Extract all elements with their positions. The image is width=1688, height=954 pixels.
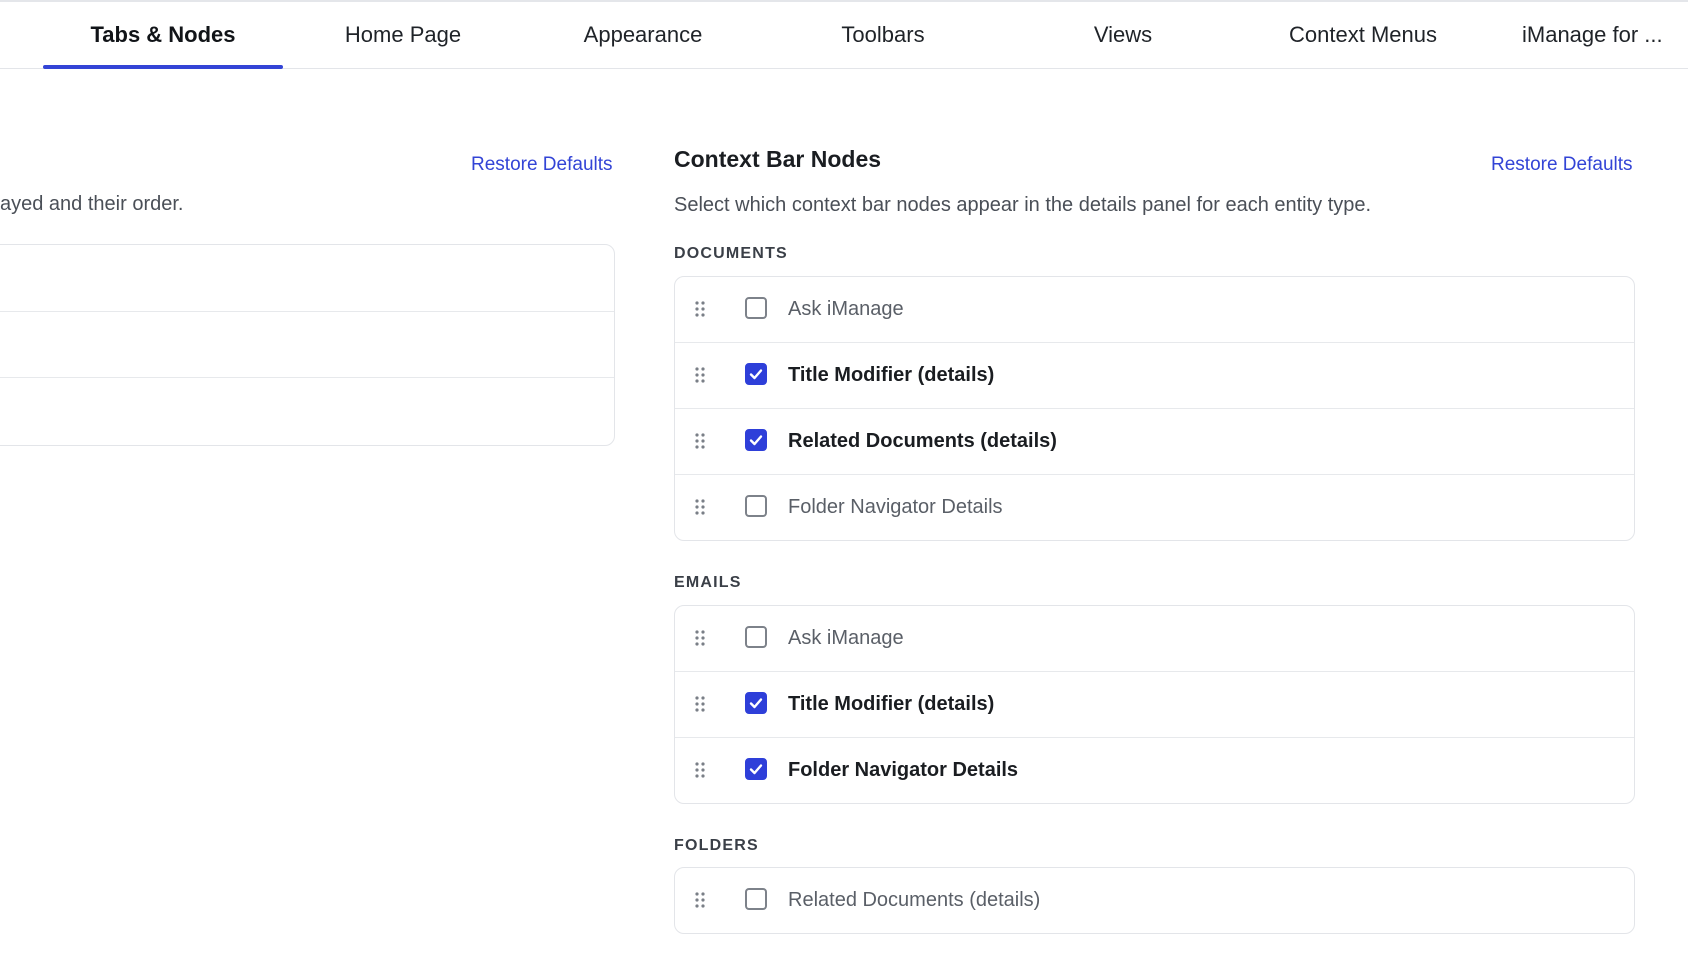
tab-appearance[interactable]: Appearance <box>523 2 763 68</box>
node-checkbox[interactable] <box>745 297 767 319</box>
context-bar-nodes-title: Context Bar Nodes <box>674 146 882 172</box>
node-row[interactable]: Related Documents (details) <box>675 868 1634 933</box>
list-divider <box>0 311 614 312</box>
left-panel-description: ayed and their order. <box>0 193 184 215</box>
node-label: Title Modifier (details) <box>788 364 995 386</box>
tab-home-page[interactable]: Home Page <box>283 2 523 68</box>
tab-views[interactable]: Views <box>1003 2 1243 68</box>
section-label-folders: FOLDERS <box>674 837 759 854</box>
node-row[interactable]: Ask iManage <box>675 606 1634 672</box>
node-label: Title Modifier (details) <box>788 693 995 715</box>
left-panel-list <box>0 244 615 446</box>
tab-toolbars[interactable]: Toolbars <box>763 2 1003 68</box>
node-row[interactable]: Ask iManage <box>675 277 1634 343</box>
node-checkbox[interactable] <box>745 363 767 385</box>
drag-handle-icon[interactable] <box>694 629 706 647</box>
drag-handle-icon[interactable] <box>694 695 706 713</box>
node-checkbox[interactable] <box>745 429 767 451</box>
tab-context-menus[interactable]: Context Menus <box>1243 2 1483 68</box>
left-restore-defaults-link[interactable]: Restore Defaults <box>471 154 613 176</box>
node-label: Folder Navigator Details <box>788 759 1019 781</box>
drag-handle-icon[interactable] <box>694 891 706 909</box>
node-checkbox[interactable] <box>745 758 767 780</box>
node-label: Ask iManage <box>788 627 904 649</box>
node-list-folders: Related Documents (details) <box>674 867 1635 934</box>
drag-handle-icon[interactable] <box>694 432 706 450</box>
section-label-emails: EMAILS <box>674 574 742 591</box>
section-label-documents: DOCUMENTS <box>674 245 788 262</box>
drag-handle-icon[interactable] <box>694 498 706 516</box>
node-list-documents: Ask iManage Title Modifier (details) Relat… <box>674 276 1635 541</box>
node-row[interactable]: Title Modifier (details) <box>675 672 1634 738</box>
node-checkbox[interactable] <box>745 888 767 910</box>
context-bar-restore-defaults-link[interactable]: Restore Defaults <box>1491 154 1633 176</box>
drag-handle-icon[interactable] <box>694 761 706 779</box>
drag-handle-icon[interactable] <box>694 300 706 318</box>
list-divider <box>0 377 614 378</box>
node-row[interactable]: Related Documents (details) <box>675 409 1634 475</box>
node-label: Folder Navigator Details <box>788 496 1003 518</box>
node-checkbox[interactable] <box>745 495 767 517</box>
node-row[interactable]: Folder Navigator Details <box>675 475 1634 540</box>
node-row[interactable]: Title Modifier (details) <box>675 343 1634 409</box>
settings-tab-bar: Tabs & Nodes Home Page Appearance Toolba… <box>0 2 1688 69</box>
context-bar-nodes-description: Select which context bar nodes appear in… <box>674 194 1372 216</box>
node-checkbox[interactable] <box>745 692 767 714</box>
tab-tabs-and-nodes[interactable]: Tabs & Nodes <box>43 2 283 69</box>
tab-imanage-for[interactable]: iManage for ... <box>1474 2 1688 68</box>
node-list-emails: Ask iManage Title Modifier (details) Folde… <box>674 605 1635 804</box>
node-label: Related Documents (details) <box>788 889 1041 911</box>
node-label: Ask iManage <box>788 298 904 320</box>
node-label: Related Documents (details) <box>788 430 1057 452</box>
drag-handle-icon[interactable] <box>694 366 706 384</box>
node-checkbox[interactable] <box>745 626 767 648</box>
node-row[interactable]: Folder Navigator Details <box>675 738 1634 803</box>
